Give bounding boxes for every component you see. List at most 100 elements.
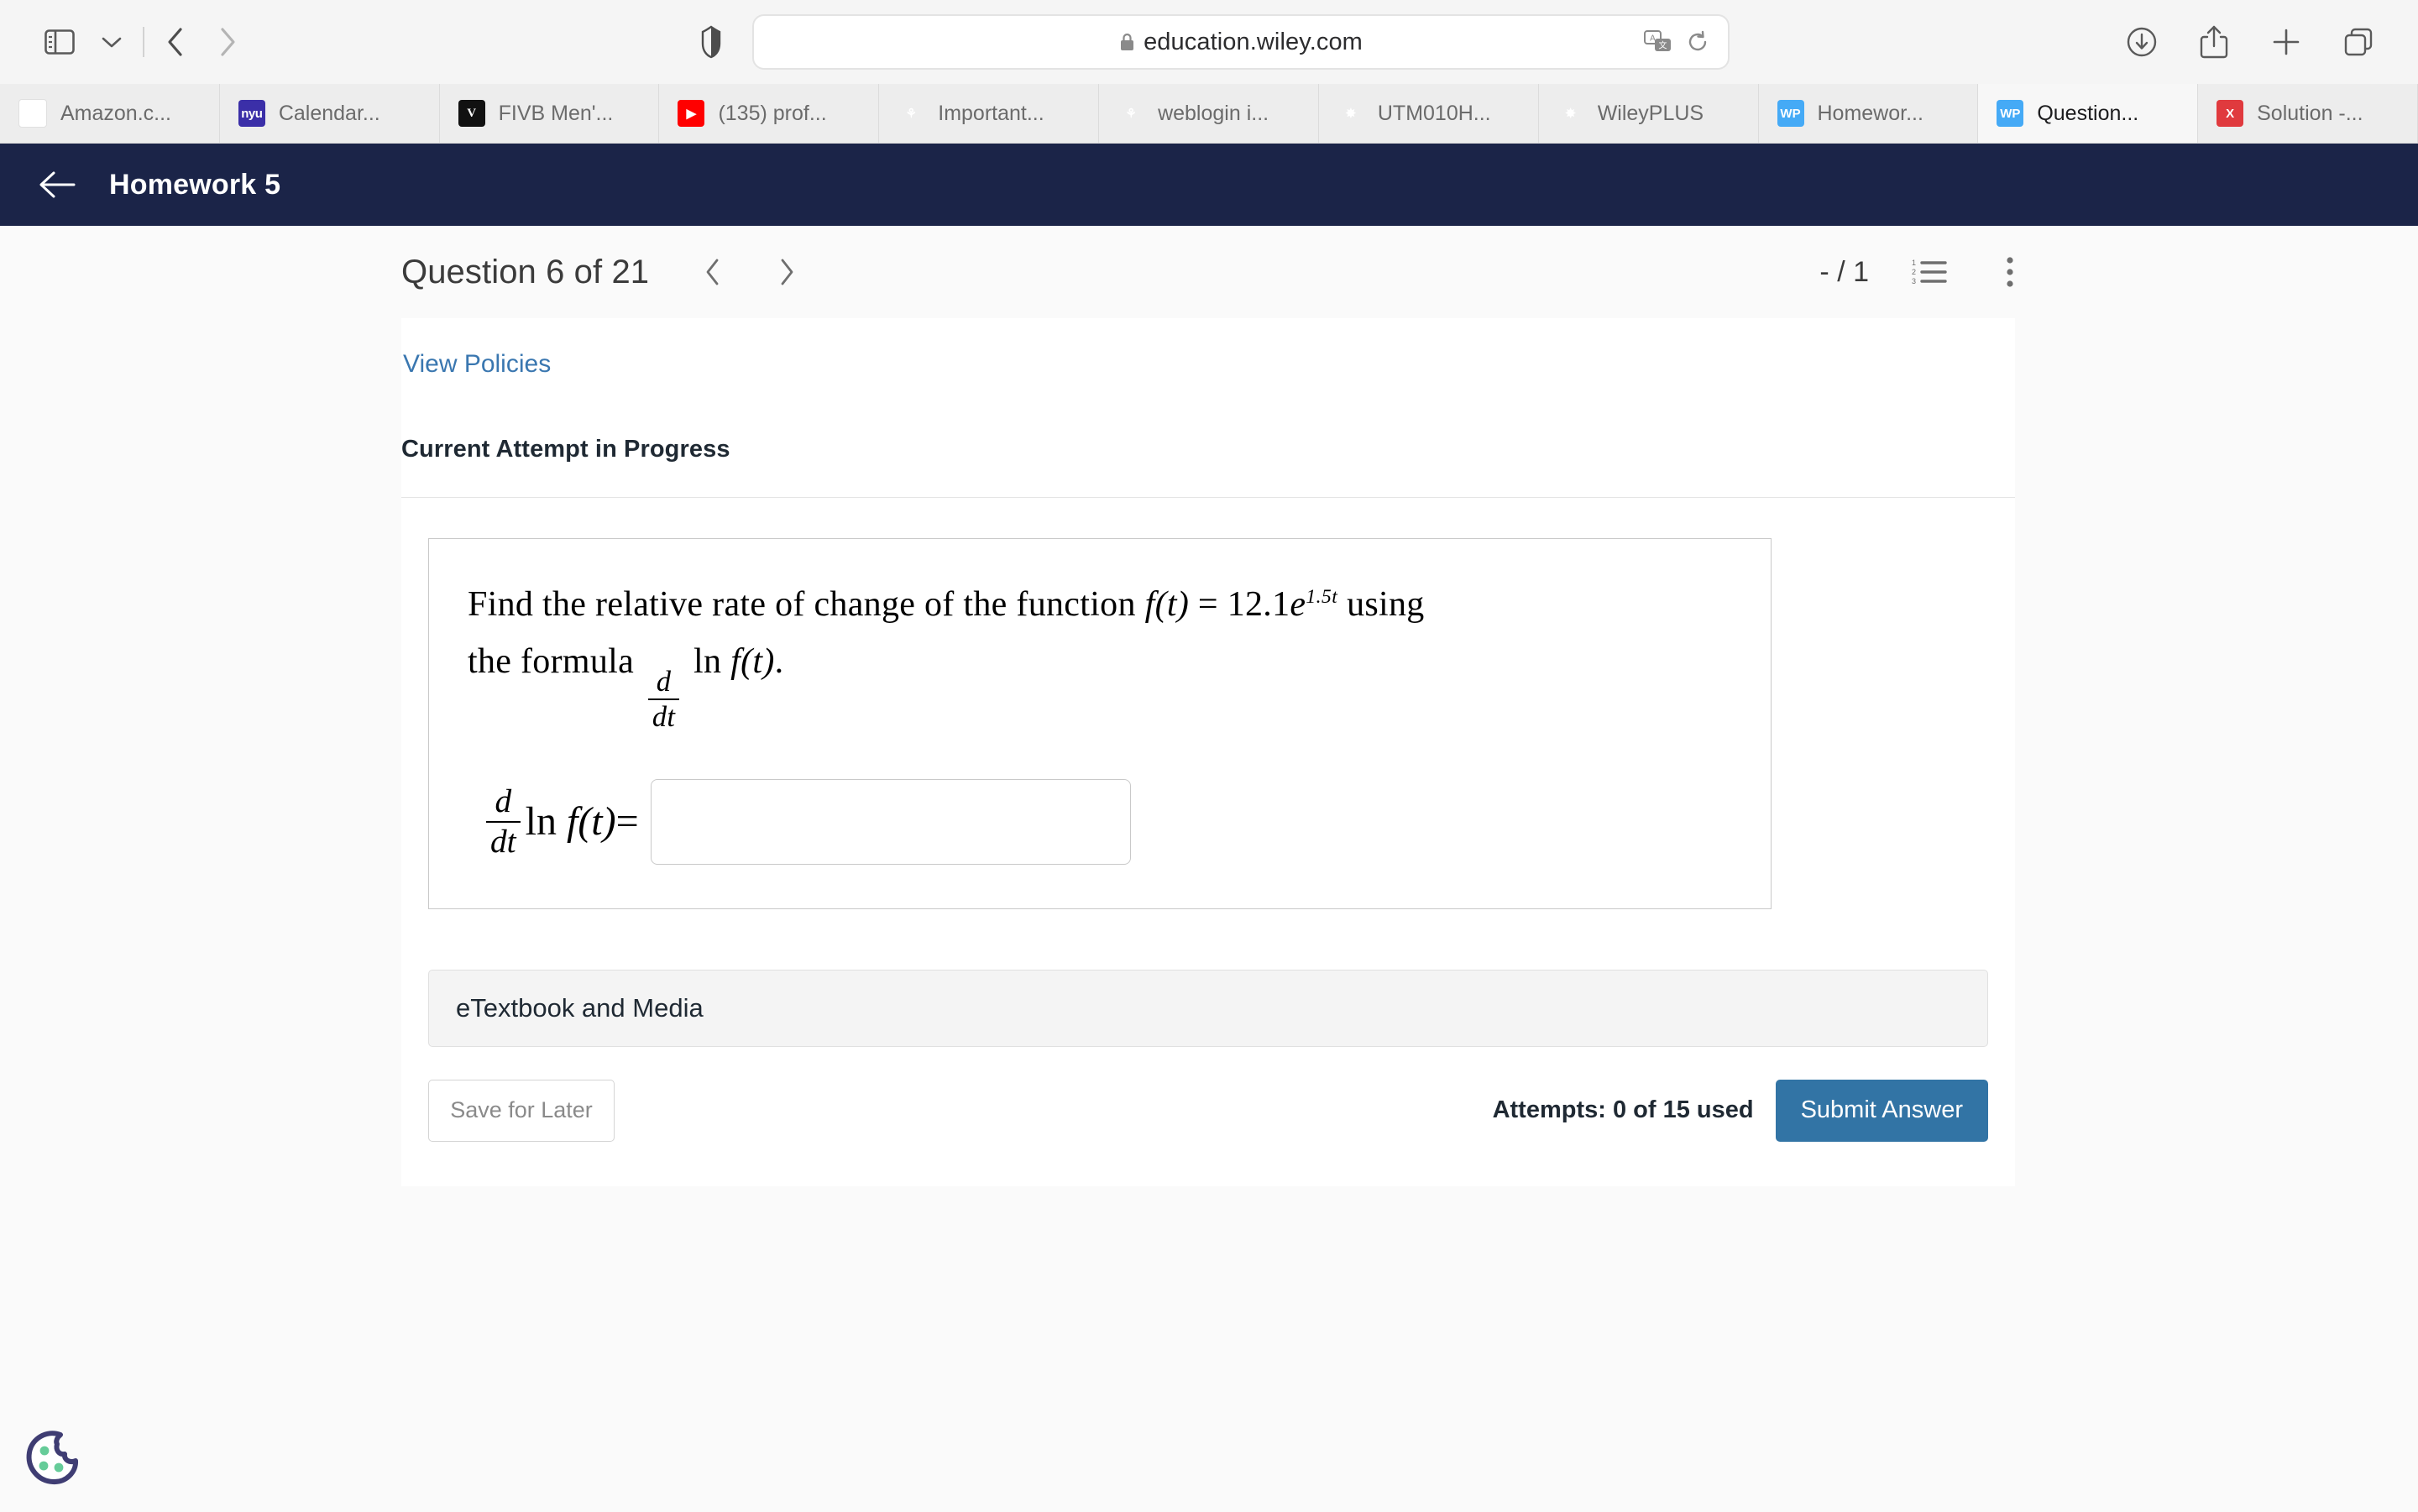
youtube-favicon: ▶	[678, 100, 705, 127]
browser-toolbar: education.wiley.com A 文	[0, 0, 2418, 84]
save-for-later-button[interactable]: Save for Later	[428, 1079, 615, 1142]
amazon-favicon: a	[18, 99, 47, 128]
tab-bar: a Amazon.c... nyu Calendar... V FIVB Men'..…	[0, 84, 2418, 144]
attempts-counter: Attempts: 0 of 15 used	[1492, 1096, 1754, 1124]
back-chevron-icon[interactable]	[149, 16, 202, 68]
statement-part-1: Find the relative rate of change of the …	[468, 585, 1145, 624]
frac-denominator: dt	[652, 701, 676, 734]
forward-chevron-icon[interactable]	[202, 16, 254, 68]
etextbook-and-media-accordion[interactable]: eTextbook and Media	[428, 969, 1988, 1047]
tab-title: Solution -...	[2257, 101, 2363, 125]
sidebar-toggle-icon[interactable]	[34, 16, 86, 68]
app-header: Homework 5	[0, 144, 2418, 226]
answer-frac-denominator: dt	[490, 822, 516, 860]
browser-tab[interactable]: ⚘ weblogin i...	[1099, 84, 1319, 143]
nyu-tree-favicon: ⚘	[1125, 107, 1137, 121]
etextbook-label: eTextbook and Media	[456, 992, 704, 1023]
answer-function-arg: (t)	[578, 799, 616, 845]
nyu-favicon: nyu	[238, 100, 265, 127]
tab-title: Important...	[938, 101, 1044, 125]
browser-tab[interactable]: X Solution -...	[2198, 84, 2418, 143]
browser-tab[interactable]: nyu Calendar...	[219, 84, 440, 143]
action-bar-right: Attempts: 0 of 15 used Submit Answer	[1492, 1079, 1988, 1142]
statement-part-2: using	[1337, 585, 1425, 624]
nyu-tree-favicon: ⚘	[905, 107, 917, 121]
browser-tab[interactable]: ✸ WileyPLUS	[1538, 84, 1759, 143]
browser-chrome: education.wiley.com A 文 a Amazon.c... ny…	[0, 0, 2418, 144]
url-bar[interactable]: education.wiley.com A 文	[752, 14, 1730, 70]
statement-part-3: the formula	[468, 642, 643, 682]
page-title: Homework 5	[109, 168, 281, 201]
question-panel: View Policies Current Attempt in Progres…	[401, 318, 2015, 1186]
tab-title: Homewor...	[1817, 101, 1923, 125]
svg-text:3: 3	[1912, 277, 1916, 285]
svg-text:1: 1	[1912, 259, 1916, 267]
lock-icon	[1121, 33, 1134, 50]
panel-divider	[401, 497, 2015, 498]
submit-answer-button[interactable]: Submit Answer	[1775, 1079, 1988, 1142]
ln-operator: ln	[684, 642, 731, 682]
browser-tab[interactable]: ▶ (135) prof...	[659, 84, 880, 143]
tab-overview-icon[interactable]	[2332, 16, 2384, 68]
chevron-left-icon[interactable]	[693, 252, 733, 292]
url-text: education.wiley.com	[1144, 28, 1363, 55]
question-nav	[693, 252, 807, 292]
equals-sign: =	[1189, 585, 1227, 624]
canvas-favicon: ✸	[1565, 107, 1576, 121]
browser-tab[interactable]: WP Homewor...	[1758, 84, 1979, 143]
browser-tab[interactable]: a Amazon.c...	[0, 84, 220, 143]
exponent: 1.5t	[1306, 586, 1338, 608]
coefficient: 12.1	[1227, 585, 1290, 624]
canvas-favicon: ✸	[1345, 107, 1357, 121]
tab-title: UTM010H...	[1377, 101, 1491, 125]
cookie-consent-icon[interactable]	[22, 1428, 82, 1488]
page-body: Question 6 of 21 - / 1 1 2 3 View Polici…	[0, 226, 2418, 1512]
frac-numerator: d	[656, 665, 672, 698]
browser-tab[interactable]: ✸ UTM010H...	[1318, 84, 1539, 143]
answer-ln: ln	[525, 799, 557, 845]
question-header: Question 6 of 21 - / 1 1 2 3	[0, 226, 2418, 318]
translate-icon[interactable]: A 文	[1644, 30, 1672, 54]
svg-text:2: 2	[1912, 268, 1916, 276]
view-policies-link[interactable]: View Policies	[401, 350, 2015, 379]
browser-tab[interactable]: V FIVB Men'...	[439, 84, 660, 143]
action-bar: Save for Later Attempts: 0 of 15 used Su…	[428, 1069, 1988, 1153]
browser-tab-active[interactable]: WP Question...	[1978, 84, 2199, 143]
address-bar-group: education.wiley.com A 文	[688, 14, 1730, 70]
exp-base: e	[1290, 585, 1306, 624]
question-statement: Find the relative rate of change of the …	[468, 576, 1732, 732]
tab-title: Calendar...	[278, 101, 380, 125]
answer-equals: =	[615, 799, 639, 845]
tab-title: WileyPLUS	[1597, 101, 1704, 125]
attempt-status: Current Attempt in Progress	[401, 436, 730, 463]
answer-input[interactable]	[650, 778, 1131, 865]
more-vertical-icon[interactable]	[1990, 252, 2030, 292]
answer-derivative-operator: d dt	[486, 785, 521, 858]
chevron-right-icon[interactable]	[767, 252, 807, 292]
tab-title: Amazon.c...	[60, 101, 171, 125]
panel-bottom-padding	[401, 1153, 2015, 1186]
function-arg-2: (t)	[741, 642, 775, 682]
share-icon[interactable]	[2188, 16, 2240, 68]
browser-tab[interactable]: ⚘ Important...	[879, 84, 1100, 143]
question-counter: Question 6 of 21	[401, 253, 650, 290]
chegg-favicon: X	[2216, 100, 2244, 127]
back-arrow-icon[interactable]	[34, 161, 81, 208]
answer-row: d dt ln f (t) =	[468, 778, 1732, 865]
score-display: - / 1	[1819, 255, 1869, 288]
answer-frac-numerator: d	[495, 782, 512, 820]
chevron-down-icon[interactable]	[86, 16, 138, 68]
tab-title: weblogin i...	[1158, 101, 1269, 125]
function-arg: (t)	[1154, 585, 1190, 624]
panel-top: View Policies Current Attempt in Progres…	[401, 318, 2015, 463]
function-name-2: f	[730, 642, 741, 682]
tab-title: (135) prof...	[718, 101, 827, 125]
reload-icon[interactable]	[1686, 30, 1709, 54]
url-text-group: education.wiley.com	[1119, 29, 1363, 56]
privacy-shield-icon[interactable]	[688, 19, 734, 65]
download-icon[interactable]	[2116, 16, 2168, 68]
tab-title: FIVB Men'...	[498, 101, 614, 125]
numbered-list-icon[interactable]: 1 2 3	[1909, 252, 1950, 292]
plus-icon[interactable]	[2260, 16, 2312, 68]
url-bar-actions: A 文	[1644, 30, 1709, 54]
